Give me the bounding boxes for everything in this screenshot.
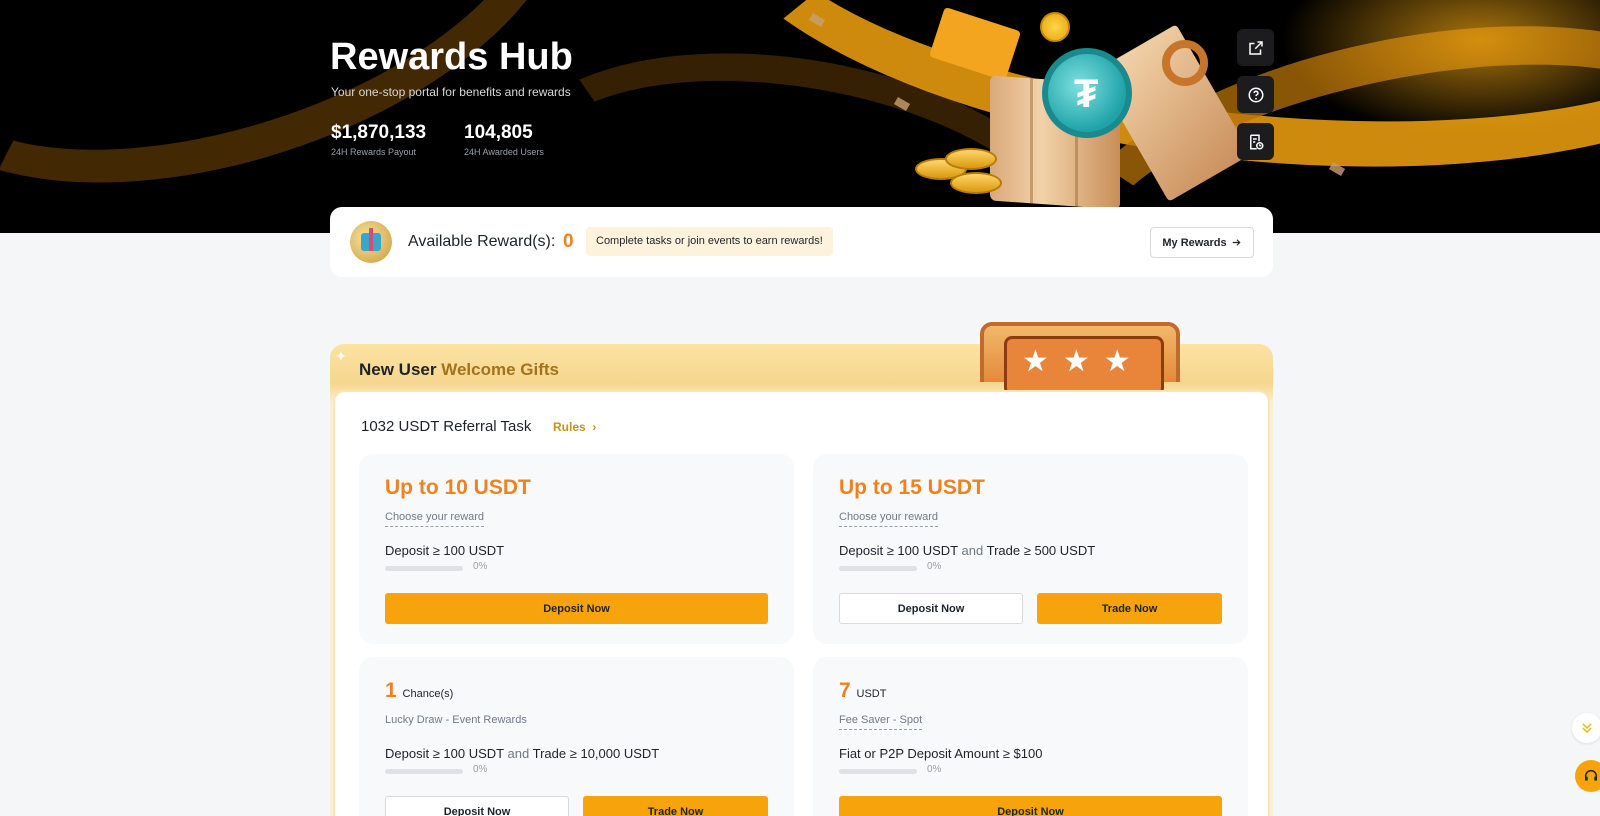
page-subtitle: Your one-stop portal for benefits and re…	[331, 85, 571, 99]
progress-bar	[385, 566, 463, 571]
arrow-right-icon	[1232, 239, 1241, 246]
token-coin-graphic: ₮	[1042, 48, 1132, 138]
progress-bar	[839, 769, 917, 774]
coin-graphic	[1040, 12, 1070, 42]
reward-requirement: Deposit ≥ 100 USDT	[385, 543, 504, 558]
gift-illustration: ₮	[808, 6, 1346, 210]
scroll-down-button[interactable]	[1572, 713, 1600, 743]
support-icon	[1584, 770, 1598, 781]
requirement-and: and	[961, 543, 984, 558]
rewards-history-button[interactable]	[1237, 123, 1274, 160]
reward-requirement: Deposit ≥ 100 USDT and Trade ≥ 10,000 US…	[385, 746, 659, 761]
available-rewards-bar: Available Reward(s): 0 Complete tasks or…	[330, 207, 1273, 277]
trade-now-button[interactable]: Trade Now	[583, 796, 768, 816]
stat-value: 104,805	[464, 122, 533, 143]
referral-task-title: 1032 USDT Referral Task	[361, 418, 532, 435]
sparkle-icon: ✦	[335, 348, 347, 364]
help-button[interactable]	[1237, 76, 1274, 113]
reward-card: Up to 10 USDT Choose your reward Deposit…	[359, 454, 794, 644]
share-button[interactable]	[1237, 29, 1274, 66]
reward-card: 7 USDT Fee Saver - Spot Fiat or P2P Depo…	[813, 657, 1248, 816]
stat-awarded-users: 104,805 24H Awarded Users	[464, 122, 544, 157]
stars-card-graphic: ★★★	[980, 322, 1180, 396]
deposit-now-button[interactable]: Deposit Now	[385, 593, 768, 624]
bow-graphic	[1162, 40, 1208, 86]
reward-type: Lucky Draw - Event Rewards	[385, 714, 527, 726]
progress-bar	[839, 566, 917, 571]
requirement-text: Deposit ≥ 100 USDT	[839, 543, 958, 558]
welcome-gifts-title: New User Welcome Gifts	[359, 360, 559, 380]
rules-link[interactable]: Rules ›	[553, 420, 596, 434]
hero-banner: Rewards Hub Your one-stop portal for ben…	[0, 0, 1600, 233]
reward-unit: Chance(s)	[402, 688, 454, 700]
chevron-right-icon: ›	[589, 420, 597, 434]
stat-label: 24H Awarded Users	[464, 147, 544, 157]
ticket-graphic	[928, 6, 1022, 82]
reward-requirement: Deposit ≥ 100 USDT and Trade ≥ 500 USDT	[839, 543, 1095, 558]
coin-stack-graphic	[950, 172, 1002, 194]
welcome-gifts-panel: 1032 USDT Referral Task Rules › Up to 10…	[333, 390, 1270, 816]
available-rewards-hint: Complete tasks or join events to earn re…	[586, 227, 833, 256]
welcome-title-b: Welcome Gifts	[441, 360, 559, 379]
support-button[interactable]	[1575, 760, 1600, 792]
stat-value: $1,870,133	[331, 122, 427, 143]
requirement-text: Trade ≥ 500 USDT	[986, 543, 1096, 558]
reward-headline: Up to 10 USDT	[385, 476, 531, 499]
reward-headline: 7 USDT	[839, 679, 886, 703]
my-rewards-label: My Rewards	[1162, 236, 1227, 249]
progress-percent: 0%	[473, 764, 488, 775]
deposit-now-button[interactable]: Deposit Now	[839, 593, 1023, 624]
stat-rewards-payout: $1,870,133 24H Rewards Payout	[331, 122, 426, 157]
page-title: Rewards Hub	[330, 36, 573, 78]
requirement-text: Trade ≥ 10,000 USDT	[532, 746, 660, 761]
rules-label: Rules	[553, 420, 586, 434]
reward-headline: Up to 15 USDT	[839, 476, 985, 499]
external-link-icon	[1248, 40, 1263, 55]
available-rewards-label: Available Reward(s):	[408, 233, 556, 250]
requirement-text: Deposit ≥ 100 USDT	[385, 543, 505, 558]
reward-card: 1 Chance(s) Lucky Draw - Event Rewards D…	[359, 657, 794, 816]
coin-stack-graphic	[945, 148, 997, 170]
requirement-and: and	[507, 746, 530, 761]
welcome-gifts-section: ✦ New User Welcome Gifts ★★★ 1032 USDT R…	[330, 322, 1273, 816]
reward-headline: 1 Chance(s)	[385, 679, 453, 703]
gift-icon	[350, 221, 392, 263]
my-rewards-button[interactable]: My Rewards	[1150, 227, 1254, 258]
choose-reward-link[interactable]: Choose your reward	[385, 511, 485, 527]
reward-unit: USDT	[856, 688, 887, 700]
scroll-down-icon	[1582, 723, 1592, 734]
requirement-text: Deposit ≥ 100 USDT	[385, 746, 504, 761]
reward-amount: 7	[839, 679, 851, 702]
choose-reward-link[interactable]: Choose your reward	[839, 511, 939, 527]
help-icon	[1248, 87, 1263, 102]
deposit-now-button[interactable]: Deposit Now	[385, 796, 569, 816]
rewards-history-icon	[1249, 134, 1263, 149]
deposit-now-button[interactable]: Deposit Now	[839, 796, 1222, 816]
available-rewards-count: 0	[563, 231, 574, 252]
reward-card: Up to 15 USDT Choose your reward Deposit…	[813, 454, 1248, 644]
progress-percent: 0%	[927, 561, 942, 572]
welcome-title-a: New User	[359, 360, 437, 379]
reward-amount: 1	[385, 679, 397, 702]
progress-bar	[385, 769, 463, 774]
progress-percent: 0%	[927, 764, 942, 775]
stat-label: 24H Rewards Payout	[331, 147, 417, 157]
reward-requirement: Fiat or P2P Deposit Amount ≥ $100	[839, 746, 1042, 761]
progress-percent: 0%	[473, 561, 488, 572]
requirement-text: Fiat or P2P Deposit Amount ≥ $100	[839, 746, 1043, 761]
trade-now-button[interactable]: Trade Now	[1037, 593, 1222, 624]
reward-type-link[interactable]: Fee Saver - Spot	[839, 714, 923, 730]
